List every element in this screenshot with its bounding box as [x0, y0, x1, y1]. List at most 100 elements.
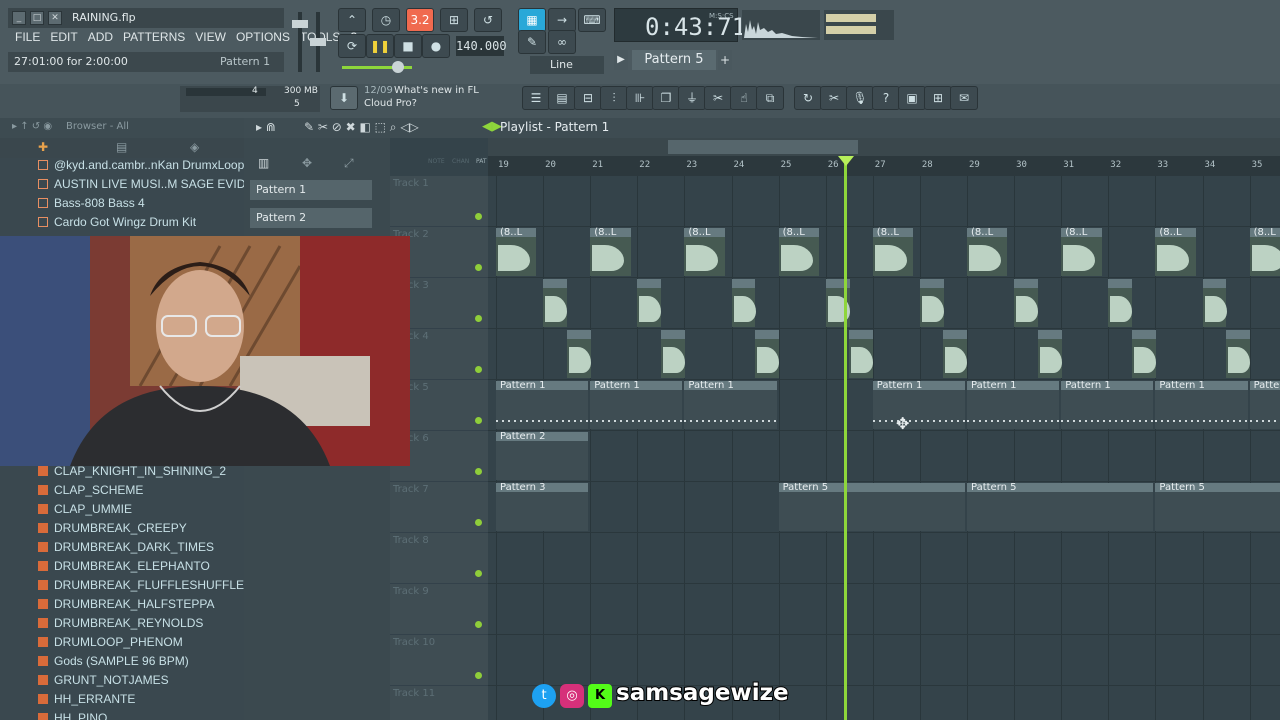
browser-item[interactable]: DRUMBREAK_FLUFFLESHUFFLE	[0, 576, 244, 595]
position-slider-knob[interactable]	[392, 61, 404, 73]
undo-icon[interactable]: ↻	[794, 86, 822, 110]
playlist-edit-tools[interactable]: ✎ ✂ ⊘ ✖ ◧ ⬚ ⌕ ◁▷	[304, 120, 419, 135]
playlist-clip[interactable]: (8..L	[872, 227, 914, 276]
playlist-clip[interactable]	[566, 330, 591, 378]
track-mute-led[interactable]	[475, 264, 482, 271]
playlist-clip[interactable]	[943, 330, 968, 378]
playlist-clip[interactable]: (8..L	[590, 227, 631, 276]
snap-selector[interactable]: Line	[530, 56, 604, 74]
track-mute-led[interactable]	[475, 519, 482, 526]
browser-item[interactable]: CLAP_SCHEME	[0, 481, 244, 500]
playlist-clip[interactable]	[849, 330, 874, 378]
scrollbar-thumb[interactable]	[668, 140, 858, 154]
playlist-clip[interactable]	[1037, 330, 1062, 378]
metronome-icon[interactable]: ⌃	[338, 8, 366, 32]
pencil-icon[interactable]: ✎	[518, 30, 546, 54]
playlist-clip[interactable]: Pattern 1	[1249, 380, 1280, 429]
playlist-clip[interactable]: (8..L	[684, 227, 725, 276]
track-mute-led[interactable]	[475, 213, 482, 220]
render-icon[interactable]: ⊞	[924, 86, 952, 110]
microphone-icon[interactable]: 🎙	[846, 86, 874, 110]
project-info-icon[interactable]: ⧉	[756, 86, 784, 110]
playlist-clip[interactable]: Pattern 2	[496, 431, 589, 480]
help-icon[interactable]: ?	[872, 86, 900, 110]
playhead-marker[interactable]	[838, 156, 854, 166]
minimize-button[interactable]: _	[12, 11, 26, 25]
pattern-selector[interactable]: Pattern 5	[632, 50, 716, 70]
playlist-clip[interactable]	[1226, 330, 1251, 378]
stop-button[interactable]: ■	[394, 34, 422, 58]
playlist-clip[interactable]: Pattern 1	[1155, 380, 1248, 429]
playlist-clip[interactable]: Pattern 5	[967, 482, 1154, 531]
playlist-clip[interactable]: Pattern 1	[684, 380, 777, 429]
playlist-scrollbar[interactable]	[488, 138, 1280, 156]
automation-icon[interactable]: ✥	[302, 156, 312, 170]
playlist-clip[interactable]: (8..L	[496, 227, 537, 276]
tempo-field[interactable]: 140.000	[456, 36, 507, 56]
menu-patterns[interactable]: PATTERNS	[118, 28, 190, 48]
piano-icon[interactable]: ▥	[258, 156, 269, 170]
countdown-button[interactable]: 3.2	[406, 8, 434, 32]
playlist-grid[interactable]: (8..L (8..L (8..L (8..L (8..L (8..L (8..L (8..L…	[488, 176, 1280, 720]
playlist-clip[interactable]: Pattern 1	[1061, 380, 1154, 429]
playlist-clip[interactable]	[755, 330, 780, 378]
track-header[interactable]: Track 11	[390, 686, 488, 720]
menu-file[interactable]: FILE	[10, 28, 45, 48]
pause-button[interactable]: ❚❚	[366, 34, 394, 58]
playlist-tool-icons[interactable]: ▸ ⋒	[256, 120, 276, 134]
track-header[interactable]: Track 9	[390, 584, 488, 635]
maximize-button[interactable]: □	[30, 11, 44, 25]
timeline-ruler[interactable]: 19 20 21 22 23 24 25 26 27 28 29 30 31 32 33 34 35	[488, 156, 1280, 176]
pattern-list-item[interactable]: Pattern 2	[250, 208, 372, 228]
playlist-clip[interactable]: Pattern 1	[590, 380, 683, 429]
channel-rack-icon[interactable]: ▤	[548, 86, 576, 110]
news-panel[interactable]: 12/09 What's new in FL Cloud Pro?	[360, 84, 510, 114]
track-mute-led[interactable]	[475, 621, 482, 628]
browser-item[interactable]: DRUMBREAK_HALFSTEPPA	[0, 595, 244, 614]
browser-nav-icons[interactable]: ▸ ↑ ↺ ◉	[12, 121, 52, 132]
curve-icon[interactable]: ⤢	[344, 156, 354, 171]
browser-item[interactable]: GRUNT_NOTJAMES	[0, 671, 244, 690]
playlist-clip[interactable]	[919, 279, 944, 327]
browser-icon[interactable]: ❐	[652, 86, 680, 110]
playlist-clip[interactable]: Pattern 1	[872, 380, 965, 429]
plugin-database-icon[interactable]: ⏚	[678, 86, 706, 110]
playlist-clip[interactable]	[660, 330, 685, 378]
link-icon[interactable]: ∞	[548, 30, 576, 54]
pattern-prev-button[interactable]: ▶	[614, 50, 628, 70]
menu-options[interactable]: OPTIONS	[231, 28, 295, 48]
mixer-icon[interactable]: ⫶	[600, 86, 628, 110]
save-icon[interactable]: ▣	[898, 86, 926, 110]
menu-add[interactable]: ADD	[83, 28, 118, 48]
track-header[interactable]: Track 10	[390, 635, 488, 686]
playlist-clip[interactable]: (8..L	[1249, 227, 1280, 276]
playlist-icon[interactable]: ☰	[522, 86, 550, 110]
playlist-clip[interactable]: (8..L	[1061, 227, 1102, 276]
track-mute-led[interactable]	[475, 417, 482, 424]
playlist-clip[interactable]	[543, 279, 568, 327]
playhead[interactable]	[844, 156, 847, 720]
browser-item[interactable]: DRUMBREAK_DARK_TIMES	[0, 538, 244, 557]
chat-icon[interactable]: ✉	[950, 86, 978, 110]
browser-item[interactable]: Cardo Got Wingz Drum Kit	[0, 213, 244, 232]
track-header[interactable]: Track 8	[390, 533, 488, 584]
track-mute-led[interactable]	[475, 570, 482, 577]
browser-item[interactable]: DRUMBREAK_CREEPY	[0, 519, 244, 538]
playlist-clip[interactable]: (8..L	[967, 227, 1008, 276]
cut-icon[interactable]: ✂	[820, 86, 848, 110]
browser-item[interactable]: CLAP_UMMIE	[0, 500, 244, 519]
master-pitch-knob[interactable]	[310, 38, 326, 46]
playlist-clip[interactable]	[1131, 330, 1156, 378]
browser-item[interactable]: AUSTIN LIVE MUSI..M SAGE EVIDENCE	[0, 175, 279, 194]
playlist-clip[interactable]	[1108, 279, 1133, 327]
browser-item[interactable]: HH_PINO	[0, 709, 244, 720]
browser-item[interactable]: DRUMBREAK_ELEPHANTO	[0, 557, 244, 576]
browser-item[interactable]: Gods (SAMPLE 96 BPM)	[0, 652, 244, 671]
track-mute-led[interactable]	[475, 315, 482, 322]
track-header[interactable]: Track 1	[390, 176, 488, 227]
pattern-list-item[interactable]: Pattern 1	[250, 180, 372, 200]
browser-item[interactable]: HH_ERRANTE	[0, 690, 244, 709]
piano-roll-icon[interactable]: ⊟	[574, 86, 602, 110]
playlist-clip[interactable]	[1014, 279, 1039, 327]
track-header[interactable]: Track 7	[390, 482, 488, 533]
